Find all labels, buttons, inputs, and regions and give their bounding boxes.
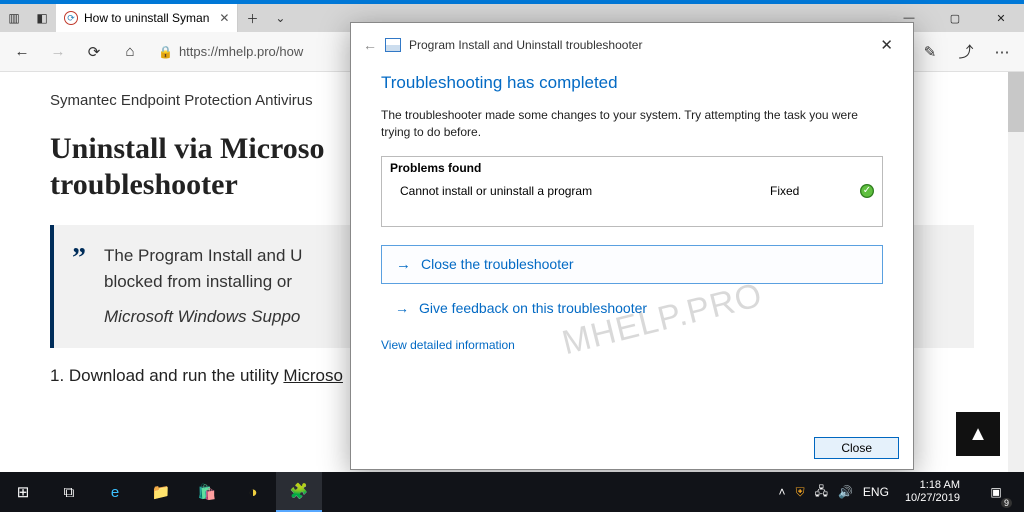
- problem-status: Fixed: [770, 184, 860, 198]
- dialog-titlebar: ← Program Install and Uninstall troubles…: [351, 23, 913, 67]
- tab-aside-icon[interactable]: ◧: [28, 4, 56, 32]
- view-detailed-link[interactable]: View detailed information: [381, 338, 515, 352]
- dialog-description: The troubleshooter made some changes to …: [381, 107, 883, 142]
- page-scrollbar[interactable]: [1008, 72, 1024, 472]
- troubleshooter-dialog: ← Program Install and Uninstall troubles…: [350, 22, 914, 470]
- tab-preview-icon[interactable]: ▥: [0, 4, 28, 32]
- more-button[interactable]: ⋯: [986, 36, 1018, 68]
- dialog-title: Program Install and Uninstall troublesho…: [409, 38, 642, 52]
- start-button[interactable]: ⊞: [0, 472, 46, 512]
- annotate-button[interactable]: ✎: [914, 36, 946, 68]
- window-maximize[interactable]: ▢: [932, 4, 978, 32]
- troubleshooter-taskbar-icon[interactable]: 🧩: [276, 472, 322, 512]
- problems-header: Problems found: [382, 157, 882, 179]
- tab-menu-chevron[interactable]: ⌄: [266, 4, 294, 32]
- quote-citation: Microsoft Windows Suppo: [104, 304, 302, 330]
- tray-chevron-icon[interactable]: ˄: [779, 485, 786, 499]
- url-text: https://mhelp.pro/how: [179, 44, 303, 59]
- task-view-button[interactable]: ⧉: [46, 472, 92, 512]
- nav-home-button[interactable]: ⌂: [114, 36, 146, 68]
- troubleshooter-icon: [385, 38, 401, 52]
- action-center-button[interactable]: ▣ 9: [976, 472, 1016, 512]
- site-favicon: ⟳: [64, 11, 78, 25]
- nav-forward-button: →: [42, 36, 74, 68]
- arrow-right-icon: →: [396, 256, 411, 273]
- window-close[interactable]: ✕: [978, 4, 1024, 32]
- quote-mark-icon: ”: [72, 243, 86, 330]
- nav-refresh-button[interactable]: ⟳: [78, 36, 110, 68]
- browser-tab[interactable]: ⟳ How to uninstall Syman ✕: [56, 4, 238, 32]
- notification-icon: ▣: [990, 485, 1001, 499]
- give-feedback-option[interactable]: → Give feedback on this troubleshooter: [381, 290, 883, 326]
- notification-badge: 9: [1001, 498, 1012, 508]
- tray-security-icon[interactable]: ⛨: [796, 485, 805, 500]
- scrollbar-thumb[interactable]: [1008, 72, 1024, 132]
- lock-icon: 🔒: [158, 45, 173, 59]
- tray-language[interactable]: ENG: [863, 485, 889, 499]
- status-fixed-icon: ✓: [860, 184, 874, 198]
- scroll-to-top-button[interactable]: ▲: [956, 412, 1000, 456]
- nav-back-button[interactable]: ←: [6, 36, 38, 68]
- store-taskbar-icon[interactable]: 🛍️: [184, 472, 230, 512]
- problems-table: Problems found Cannot install or uninsta…: [381, 156, 883, 227]
- problem-row[interactable]: Cannot install or uninstall a program Fi…: [382, 179, 882, 226]
- dialog-back-icon[interactable]: ←: [363, 37, 377, 53]
- arrow-right-icon: →: [395, 300, 409, 316]
- tray-volume-icon[interactable]: 🔊: [838, 485, 853, 499]
- tray-network-icon[interactable]: 🖧: [815, 482, 828, 503]
- quote-text: The Program Install and Ublocked from in…: [104, 246, 302, 291]
- tab-close-icon[interactable]: ✕: [219, 11, 229, 25]
- explorer-taskbar-icon[interactable]: 📁: [138, 472, 184, 512]
- dialog-heading: Troubleshooting has completed: [381, 73, 883, 93]
- close-button[interactable]: Close: [814, 437, 899, 459]
- edge-taskbar-icon[interactable]: e: [92, 472, 138, 512]
- close-troubleshooter-option[interactable]: → Close the troubleshooter: [381, 245, 883, 284]
- download-link[interactable]: Microso: [283, 366, 343, 385]
- taskbar: ⊞ ⧉ e 📁 🛍️ ◑ 🧩 ˄ ⛨ 🖧 🔊 ENG 1:18 AM 10/27…: [0, 472, 1024, 512]
- problem-name: Cannot install or uninstall a program: [400, 184, 770, 198]
- tray-clock[interactable]: 1:18 AM 10/27/2019: [899, 479, 966, 504]
- share-button[interactable]: ⤴: [950, 36, 982, 68]
- app-taskbar-icon[interactable]: ◑: [230, 472, 276, 512]
- tab-title: How to uninstall Syman: [84, 11, 209, 25]
- new-tab-button[interactable]: ＋: [238, 4, 266, 32]
- dialog-close-icon[interactable]: ✕: [872, 32, 901, 58]
